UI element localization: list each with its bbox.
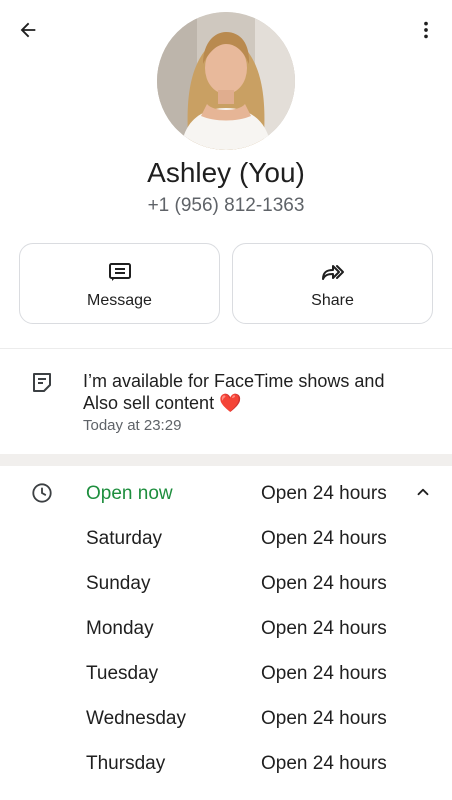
- status-timestamp: Today at 23:29: [83, 417, 182, 434]
- hours-value: Open 24 hours: [261, 753, 387, 774]
- hours-row-thursday: Thursday Open 24 hours: [0, 741, 452, 786]
- heart-emoji: ❤️: [219, 393, 242, 413]
- day-label: Sunday: [86, 573, 151, 594]
- hours-value: Open 24 hours: [261, 708, 387, 729]
- open-now-label: Open now: [86, 483, 173, 504]
- share-label: Share: [311, 292, 354, 309]
- hours-row-monday: Monday Open 24 hours: [0, 606, 452, 651]
- back-button[interactable]: [14, 16, 42, 44]
- message-button[interactable]: Message: [19, 243, 220, 324]
- hours-row-sunday: Sunday Open 24 hours: [0, 561, 452, 606]
- status-line-1: I’m available for FaceTime shows and: [83, 371, 385, 391]
- note-icon: [33, 373, 51, 392]
- avatar[interactable]: [157, 12, 295, 150]
- share-forward-icon: [321, 265, 344, 280]
- section-separator: [0, 454, 452, 466]
- business-profile-screen: Ashley (You) +1 (956) 812-1363 Message S…: [0, 0, 452, 800]
- message-label: Message: [87, 292, 152, 309]
- hours-row-current: Open now Open 24 hours: [0, 471, 452, 516]
- more-options-button[interactable]: [412, 16, 440, 44]
- more-vert-icon: [424, 21, 428, 39]
- day-label: Wednesday: [86, 708, 186, 729]
- day-label: Saturday: [86, 528, 163, 549]
- hours-value: Open 24 hours: [261, 618, 387, 639]
- share-button[interactable]: Share: [232, 243, 433, 324]
- day-label: Tuesday: [86, 663, 159, 684]
- day-label: Monday: [86, 618, 154, 639]
- message-icon: [108, 263, 131, 281]
- hours-value: Open 24 hours: [261, 483, 387, 504]
- hours-value: Open 24 hours: [261, 528, 387, 549]
- hours-value: Open 24 hours: [261, 663, 387, 684]
- day-label: Thursday: [86, 753, 166, 774]
- arrow-left-icon: [20, 22, 36, 38]
- hours-row-saturday: Saturday Open 24 hours: [0, 516, 452, 561]
- phone-number[interactable]: +1 (956) 812-1363: [0, 195, 452, 217]
- hours-row-tuesday: Tuesday Open 24 hours: [0, 651, 452, 696]
- hours-value: Open 24 hours: [261, 573, 387, 594]
- contact-name: Ashley (You): [147, 157, 305, 188]
- status-line-2: Also sell content: [83, 393, 215, 413]
- hours-row-wednesday: Wednesday Open 24 hours: [0, 696, 452, 741]
- profile-photo: [157, 12, 295, 150]
- status-message: I’m available for FaceTime shows and Als…: [0, 349, 452, 454]
- status-text: I’m available for FaceTime shows and Als…: [83, 370, 423, 414]
